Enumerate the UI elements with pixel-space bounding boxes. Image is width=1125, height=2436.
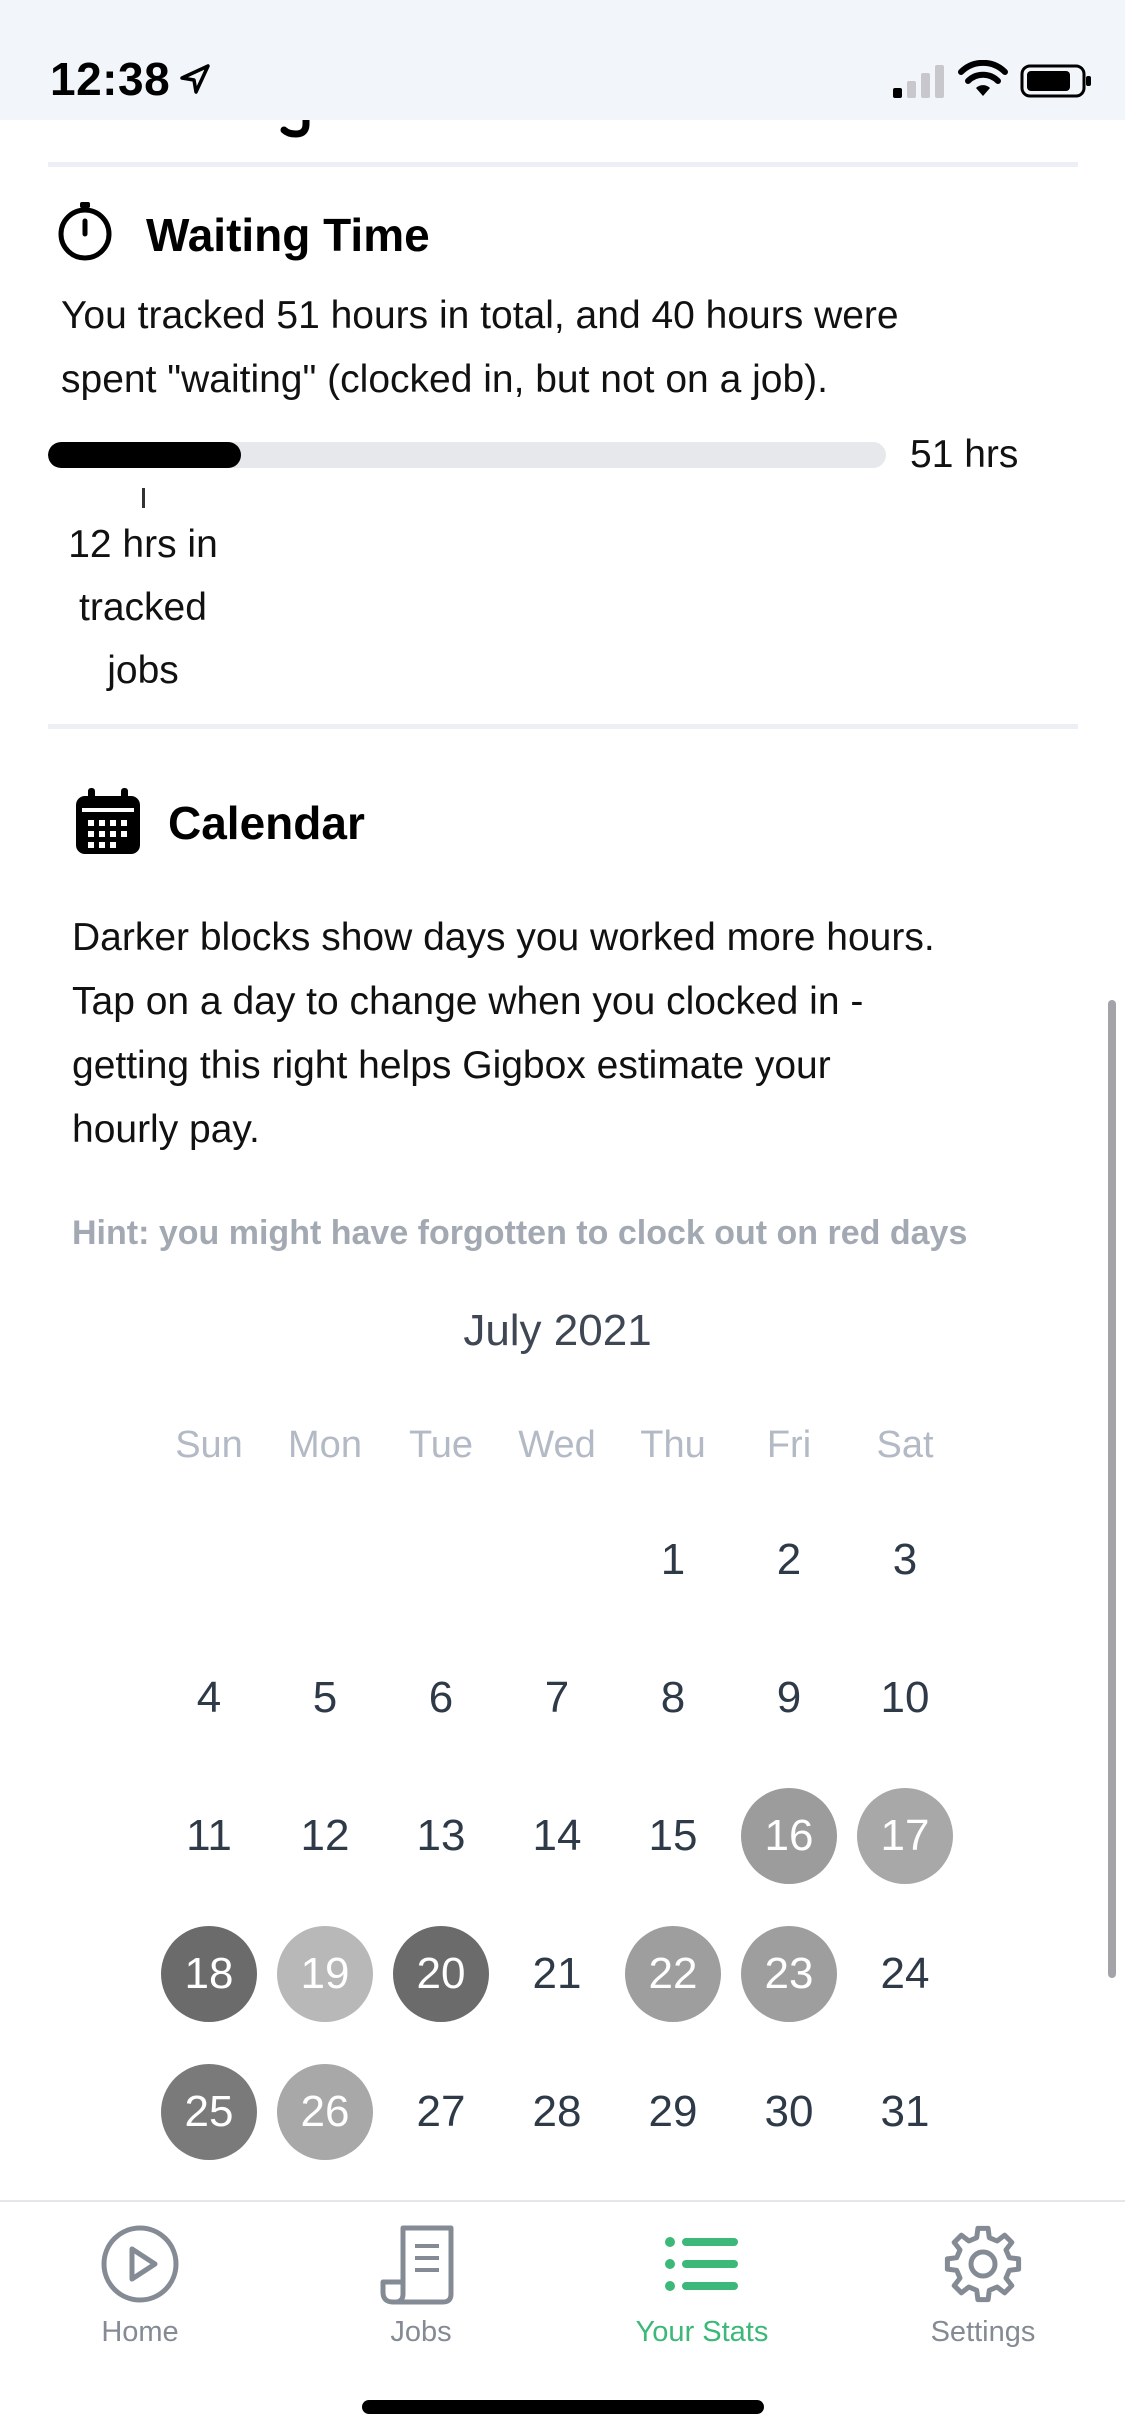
calendar-description-line-1: Darker blocks show days you worked more … [72,916,935,959]
calendar-day-28[interactable]: 28 [509,2064,605,2160]
tracked-jobs-caption-line-2: tracked [79,586,207,629]
calendar-title: Calendar [168,797,365,849]
tracked-jobs-progress-fill [48,442,241,468]
calendar-day-20[interactable]: 20 [393,1926,489,2022]
tab-settings-label: Settings [930,2316,1036,2348]
calendar-hint: Hint: you might have forgotten to clock … [72,1214,968,1252]
waiting-time-description-line-2: spent "waiting" (clocked in, but not on … [61,358,828,401]
calendar-day-9[interactable]: 9 [741,1650,837,1746]
calendar-day-16[interactable]: 16 [741,1788,837,1884]
tab-jobs[interactable]: Jobs [281,2202,561,2352]
calendar-description-line-3: getting this right helps Gigbox estimate… [72,1044,831,1087]
total-hours-label: 51 hrs [910,433,1019,476]
calendar-day-29[interactable]: 29 [625,2064,721,2160]
progress-marker-tick [142,488,145,508]
calendar-day-8[interactable]: 8 [625,1650,721,1746]
tab-settings[interactable]: Settings [843,2202,1123,2352]
calendar-icon [76,788,140,854]
calendar-description-line-2: Tap on a day to change when you clocked … [72,980,864,1023]
calendar-day-6[interactable]: 6 [393,1650,489,1746]
weekday-tue: Tue [408,1424,474,1466]
calendar-day-30[interactable]: 30 [741,2064,837,2160]
tracked-jobs-caption-line-3: jobs [107,649,179,692]
calendar-day-21[interactable]: 21 [509,1926,605,2022]
tab-home-label: Home [101,2316,179,2348]
tab-jobs-label: Jobs [390,2316,452,2348]
weekday-fri: Fri [766,1424,812,1466]
weekday-thu: Thu [640,1424,706,1466]
calendar-day-10[interactable]: 10 [857,1650,953,1746]
section-divider [48,162,1078,167]
calendar-day-27[interactable]: 27 [393,2064,489,2160]
calendar-day-19[interactable]: 19 [277,1926,373,2022]
calendar-day-1[interactable]: 1 [625,1512,721,1608]
calendar-day-3[interactable]: 3 [857,1512,953,1608]
calendar-day-11[interactable]: 11 [161,1788,257,1884]
calendar-month-title: July 2021 [463,1306,652,1355]
wifi-icon [958,60,1008,96]
waiting-time-description-line-1: You tracked 51 hours in total, and 40 ho… [61,294,899,337]
weekday-mon: Mon [288,1424,362,1466]
stopwatch-icon [58,202,112,261]
home-indicator [362,2400,764,2414]
tab-home[interactable]: Home [0,2202,280,2352]
calendar-day-4[interactable]: 4 [161,1650,257,1746]
tab-your-stats-label: Your Stats [635,2316,769,2348]
calendar-day-18[interactable]: 18 [161,1926,257,2022]
calendar-day-23[interactable]: 23 [741,1926,837,2022]
calendar-day-12[interactable]: 12 [277,1788,373,1884]
battery-icon [1020,64,1091,98]
waiting-time-title: Waiting Time [146,209,430,261]
tracked-jobs-caption: 12 hrs in tracked jobs [45,513,241,702]
calendar-day-26[interactable]: 26 [277,2064,373,2160]
calendar-day-17[interactable]: 17 [857,1788,953,1884]
receipt-icon [380,2225,454,2305]
weekday-sat: Sat [876,1424,934,1466]
scroll-indicator[interactable] [1108,1000,1116,1978]
gear-icon [944,2225,1022,2303]
calendar-day-24[interactable]: 24 [857,1926,953,2022]
play-circle-icon [101,2225,179,2303]
previous-section-heading-fragment [280,120,310,138]
calendar-day-22[interactable]: 22 [625,1926,721,2022]
calendar-day-25[interactable]: 25 [161,2064,257,2160]
list-icon [665,2237,738,2291]
status-time: 12:38 [50,53,171,105]
stats-scroll-content[interactable]: Waiting Time You tracked 51 hours in tot… [0,120,1125,2200]
calendar-day-31[interactable]: 31 [857,2064,953,2160]
calendar-description-line-4: hourly pay. [72,1108,260,1151]
calendar-day-2[interactable]: 2 [741,1512,837,1608]
status-bar: 12:38 [0,0,1125,120]
weekday-wed: Wed [518,1424,596,1466]
section-divider [48,724,1078,729]
location-arrow-icon [180,64,210,94]
waiting-time-progress-bar [48,442,886,468]
calendar-day-15[interactable]: 15 [625,1788,721,1884]
tracked-jobs-caption-line-1: 12 hrs in [68,523,218,566]
calendar-day-13[interactable]: 13 [393,1788,489,1884]
cellular-signal-icon [893,65,944,98]
calendar-day-14[interactable]: 14 [509,1788,605,1884]
calendar-day-7[interactable]: 7 [509,1650,605,1746]
weekday-sun: Sun [175,1424,243,1466]
calendar-day-5[interactable]: 5 [277,1650,373,1746]
tab-your-stats[interactable]: Your Stats [562,2202,842,2352]
